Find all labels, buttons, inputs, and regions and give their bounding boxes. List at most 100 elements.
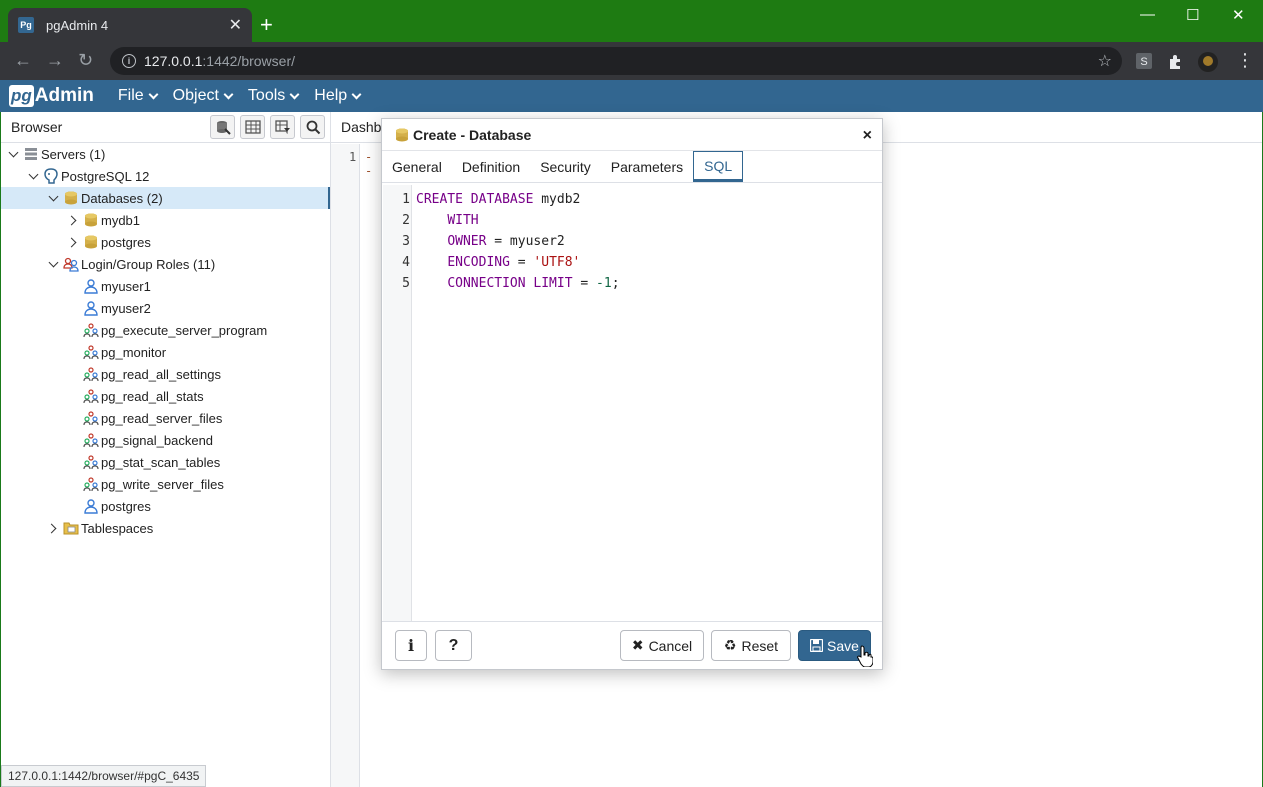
chevron-down-icon — [148, 89, 159, 99]
sql-token: ENCODING — [447, 255, 510, 270]
dialog-title: Create - Database — [413, 126, 532, 143]
chevron-right-icon[interactable] — [67, 214, 79, 226]
view-data-button[interactable] — [240, 115, 265, 139]
site-info-icon[interactable]: i — [122, 54, 136, 68]
tree-node[interactable]: Databases (2) — [1, 187, 330, 209]
tree-node[interactable]: pg_signal_backend — [1, 429, 330, 451]
back-arrow-icon[interactable]: ← — [14, 51, 32, 69]
menu-file-label: File — [117, 87, 144, 104]
chevron-right-icon[interactable] — [47, 522, 59, 534]
menu-tools-label: Tools — [247, 87, 286, 104]
tree-node-label: pg_read_all_stats — [101, 388, 204, 404]
tab-sql[interactable]: SQL — [693, 151, 744, 182]
chevron-down-icon[interactable] — [7, 148, 19, 160]
menu-file[interactable]: File — [117, 87, 159, 105]
tree-node[interactable]: postgres — [1, 231, 330, 253]
profile-avatar[interactable] — [1198, 52, 1218, 72]
forward-arrow-icon[interactable]: → — [46, 51, 64, 69]
group-role-icon — [83, 388, 99, 404]
tree-node[interactable]: myuser1 — [1, 275, 330, 297]
menu-help[interactable]: Help — [314, 87, 362, 105]
chevron-down-icon — [289, 89, 300, 99]
extensions-puzzle-icon[interactable] — [1167, 52, 1185, 70]
tree-node-label: postgres — [101, 234, 151, 250]
reload-icon[interactable]: ↻ — [78, 51, 93, 69]
group-role-icon — [83, 432, 99, 448]
logo-pg: pg — [9, 85, 34, 107]
menu-object[interactable]: Object — [173, 87, 234, 105]
chrome-menu-icon[interactable]: ⋮ — [1236, 51, 1254, 69]
dialog-close-icon[interactable]: × — [863, 127, 872, 145]
editor-line-number: 1 — [349, 150, 357, 164]
tree-node[interactable]: pg_execute_server_program — [1, 319, 330, 341]
tree-node[interactable]: pg_read_all_settings — [1, 363, 330, 385]
tablespaces-icon — [63, 520, 79, 536]
user-icon — [83, 300, 99, 316]
save-label: Save — [827, 637, 859, 654]
user-icon — [83, 498, 99, 514]
browser-tab[interactable]: Pg pgAdmin 4 ✕ — [8, 8, 252, 42]
chevron-right-icon[interactable] — [67, 236, 79, 248]
extension-s-icon[interactable]: S — [1135, 52, 1153, 70]
tree-node[interactable]: PostgreSQL 12 — [1, 165, 330, 187]
tree-node[interactable]: pg_read_all_stats — [1, 385, 330, 407]
sql-line-number: 2 — [402, 213, 410, 228]
menu-tools[interactable]: Tools — [247, 87, 300, 105]
dialog-titlebar[interactable]: Create - Database × — [382, 119, 882, 151]
url-host: 127.0.0.1 — [144, 53, 203, 69]
tree-node[interactable]: Tablespaces — [1, 517, 330, 539]
sql-code-line: ENCODING = 'UTF8' — [416, 252, 580, 273]
query-tool-button[interactable] — [210, 115, 235, 139]
tree-node[interactable]: Login/Group Roles (11) — [1, 253, 330, 275]
chevron-down-icon[interactable] — [47, 192, 59, 204]
servers-icon — [23, 146, 39, 162]
url-input[interactable]: i 127.0.0.1:1442/browser/ ☆ — [110, 47, 1122, 75]
tree-node[interactable]: pg_stat_scan_tables — [1, 451, 330, 473]
tree-node[interactable]: postgres — [1, 495, 330, 517]
tree-node[interactable]: pg_monitor — [1, 341, 330, 363]
browser-panel-title: Browser — [11, 119, 63, 135]
new-tab-button[interactable]: + — [260, 14, 273, 36]
tab-security[interactable]: Security — [530, 151, 601, 182]
address-toolbar: ← → ↻ i 127.0.0.1:1442/browser/ ☆ S ⋮ — [0, 42, 1263, 80]
tree-node-label: myuser1 — [101, 278, 151, 294]
database-query-icon — [216, 121, 231, 135]
sql-token: mydb2 — [533, 192, 581, 207]
tab-general[interactable]: General — [382, 151, 452, 182]
tree-node[interactable]: pg_read_server_files — [1, 407, 330, 429]
cancel-button[interactable]: ✖ Cancel — [620, 630, 704, 661]
help-button[interactable]: ? — [435, 630, 472, 661]
tree-node[interactable]: myuser2 — [1, 297, 330, 319]
sql-editor[interactable]: 1 CREATE DATABASE mydb2 2 WITH 3 OWNER = my… — [383, 185, 882, 622]
tree-node[interactable]: pg_write_server_files — [1, 473, 330, 495]
bookmark-star-icon[interactable]: ☆ — [1098, 51, 1112, 71]
tab-close-icon[interactable]: ✕ — [229, 15, 242, 35]
sql-code-line: WITH — [416, 210, 478, 231]
group-role-icon — [83, 476, 99, 492]
minimize-button[interactable]: — — [1140, 6, 1155, 23]
browser-panel-header: Browser — [1, 112, 330, 143]
window-close-button[interactable]: ✕ — [1232, 6, 1245, 24]
tab-parameters[interactable]: Parameters — [601, 151, 693, 182]
sql-code-line: OWNER = myuser2 — [416, 231, 564, 252]
maximize-button[interactable]: ☐ — [1186, 6, 1199, 24]
table-filter-icon — [274, 120, 290, 134]
sql-token: = — [509, 255, 534, 270]
user-icon — [83, 278, 99, 294]
sql-token: OWNER — [447, 234, 487, 249]
chevron-down-icon[interactable] — [47, 258, 59, 270]
dialog-footer: i ? ✖ Cancel ♻ Reset Save — [382, 621, 882, 669]
chevron-down-icon[interactable] — [27, 170, 39, 182]
search-objects-button[interactable] — [300, 115, 325, 139]
tree-node[interactable]: Servers (1) — [1, 143, 330, 165]
tree-node[interactable]: mydb1 — [1, 209, 330, 231]
roles-icon — [63, 256, 79, 272]
group-role-icon — [83, 366, 99, 382]
tab-definition[interactable]: Definition — [452, 151, 530, 182]
reset-button[interactable]: ♻ Reset — [711, 630, 791, 661]
filtered-rows-button[interactable] — [270, 115, 295, 139]
info-button[interactable]: i — [395, 630, 427, 661]
create-database-dialog: Create - Database × General Definition S… — [381, 118, 883, 670]
close-icon: ✖ — [631, 637, 644, 653]
